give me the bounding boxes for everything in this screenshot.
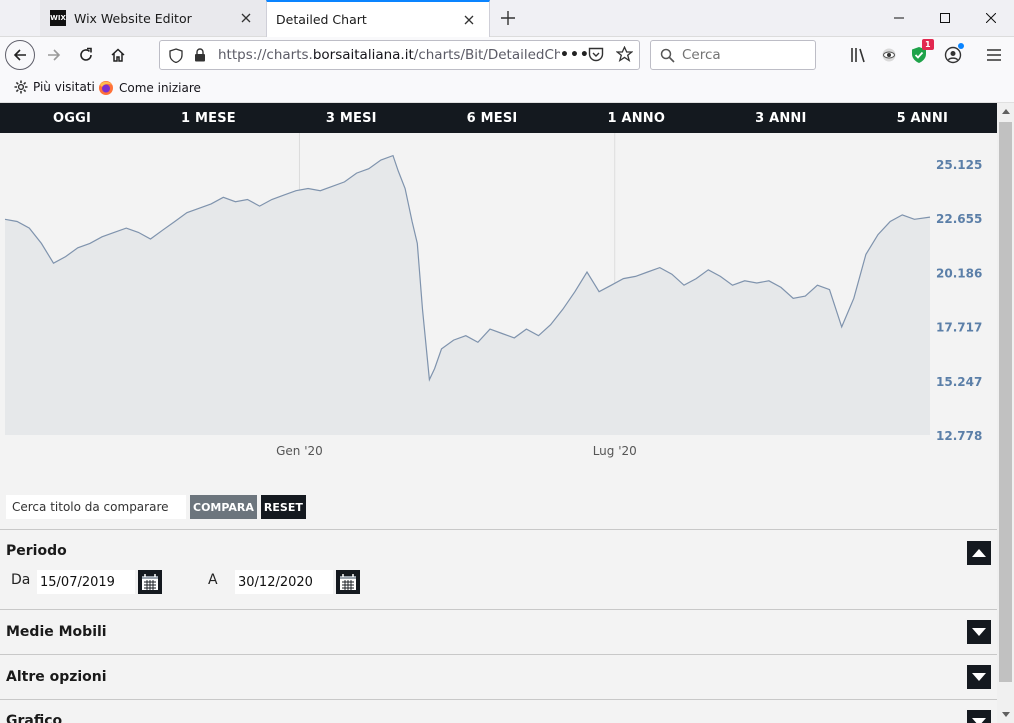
period-button-1-mese[interactable]: 1 MESE (181, 111, 236, 126)
library-icon[interactable] (846, 42, 872, 68)
bookmark-come-iniziare[interactable]: Come iniziare (98, 80, 201, 96)
price-chart: 25.125 22.655 20.186 17.717 15.247 12.778 Gen … (0, 133, 997, 468)
collapse-toggle-button[interactable] (967, 541, 991, 565)
calendar-icon[interactable] (138, 570, 162, 594)
home-button[interactable] (102, 39, 134, 71)
search-icon (660, 48, 675, 67)
close-tab-icon[interactable] (457, 8, 481, 32)
y-tick-label: 20.186 (936, 266, 982, 280)
period-button-1-anno[interactable]: 1 ANNO (607, 111, 665, 126)
notification-badge: 1 (922, 39, 934, 50)
y-tick-label: 15.247 (936, 375, 982, 389)
maximize-button[interactable] (922, 0, 968, 36)
period-button-6-mesi[interactable]: 6 MESI (467, 111, 518, 126)
lock-icon[interactable] (194, 48, 206, 66)
shield-check-extension-icon[interactable]: 1 (906, 39, 934, 68)
bookmarks-toolbar: Più visitati Come iniziare (0, 73, 1014, 103)
close-window-button[interactable] (968, 0, 1014, 36)
period-selector: OGGI 1 MESE 3 MESI 6 MESI 1 ANNO 3 ANNI 5 ANNI (0, 103, 997, 133)
bookmark-label: Come iniziare (119, 81, 201, 95)
section-periodo: Periodo Da A (0, 529, 997, 609)
section-altre-opzioni[interactable]: Altre opzioni (0, 654, 997, 699)
period-button-oggi[interactable]: OGGI (53, 111, 91, 126)
to-date-input[interactable] (235, 570, 333, 594)
tab-wix-editor[interactable]: WIX Wix Website Editor (40, 0, 266, 36)
forward-button[interactable] (38, 39, 70, 71)
compare-search-input[interactable] (6, 495, 186, 519)
wix-favicon-icon: WIX (50, 10, 66, 26)
scroll-up-arrow-icon[interactable] (997, 103, 1014, 120)
period-button-3-mesi[interactable]: 3 MESI (326, 111, 377, 126)
navigation-toolbar: https://charts.borsaitaliana.it/charts/B… (0, 37, 1014, 73)
tab-strip: WIX Wix Website Editor Detailed Chart (0, 0, 1014, 37)
firefox-icon (99, 81, 113, 95)
gear-icon (14, 80, 28, 94)
to-label: A (208, 572, 218, 588)
page-actions-icon[interactable]: ••• (560, 47, 590, 63)
account-icon[interactable] (940, 42, 966, 68)
from-date-input[interactable] (37, 570, 135, 594)
tab-label: Detailed Chart (276, 12, 367, 27)
pocket-icon[interactable] (588, 47, 604, 66)
y-tick-label: 12.778 (936, 429, 982, 443)
triangle-down-icon (972, 718, 986, 723)
scrollbar-thumb[interactable] (999, 122, 1012, 682)
compara-button[interactable]: COMPARA (190, 495, 257, 519)
account-dot-icon (958, 43, 964, 49)
from-label: Da (11, 572, 31, 588)
section-medie-mobili[interactable]: Medie Mobili (0, 609, 997, 654)
search-placeholder: Cerca (682, 47, 721, 63)
section-title: Periodo (6, 543, 67, 559)
search-box[interactable]: Cerca (650, 40, 816, 70)
period-button-5-anni[interactable]: 5 ANNI (897, 111, 948, 126)
reset-button[interactable]: RESET (260, 495, 306, 519)
scroll-down-arrow-icon[interactable] (997, 706, 1014, 723)
url-bar[interactable]: https://charts.borsaitaliana.it/charts/B… (159, 40, 640, 70)
compare-row: COMPARA RESET (6, 495, 306, 519)
reload-button[interactable] (70, 39, 102, 71)
close-tab-icon[interactable] (234, 6, 258, 30)
y-tick-label: 17.717 (936, 321, 982, 335)
tab-detailed-chart[interactable]: Detailed Chart (266, 0, 490, 37)
expand-toggle-button[interactable] (967, 620, 991, 644)
url-text[interactable]: https://charts.borsaitaliana.it/charts/B… (218, 47, 560, 63)
section-title: Grafico (6, 713, 63, 723)
calendar-icon[interactable] (336, 570, 360, 594)
shield-icon[interactable] (169, 48, 183, 67)
tab-label: Wix Website Editor (74, 10, 192, 26)
x-tick-label: Gen '20 (276, 444, 323, 458)
bookmark-star-icon[interactable] (615, 45, 634, 67)
section-title: Altre opzioni (6, 669, 107, 685)
price-area (5, 155, 930, 435)
bookmark-label: Più visitati (33, 80, 95, 94)
vertical-scrollbar[interactable] (997, 103, 1014, 723)
section-title: Medie Mobili (6, 624, 107, 640)
extension-eye-icon[interactable] (876, 42, 902, 68)
expand-toggle-button[interactable] (967, 710, 991, 723)
triangle-up-icon (972, 549, 986, 557)
minimize-button[interactable] (876, 0, 922, 36)
price-chart-svg: 25.125 22.655 20.186 17.717 15.247 12.778 Gen … (4, 133, 982, 458)
y-tick-label: 22.655 (936, 212, 982, 226)
section-grafico[interactable]: Grafico (0, 699, 997, 723)
back-button[interactable] (5, 40, 35, 70)
period-button-3-anni[interactable]: 3 ANNI (755, 111, 806, 126)
page-content: OGGI 1 MESE 3 MESI 6 MESI 1 ANNO 3 ANNI 5 ANNI… (0, 103, 997, 723)
new-tab-button[interactable] (494, 4, 522, 32)
expand-toggle-button[interactable] (967, 665, 991, 689)
y-tick-label: 25.125 (936, 158, 982, 172)
triangle-down-icon (972, 673, 986, 681)
bookmark-piu-visitati[interactable]: Più visitati (14, 80, 95, 94)
triangle-down-icon (972, 628, 986, 636)
hamburger-menu-icon[interactable] (981, 42, 1007, 68)
x-tick-label: Lug '20 (593, 444, 637, 458)
